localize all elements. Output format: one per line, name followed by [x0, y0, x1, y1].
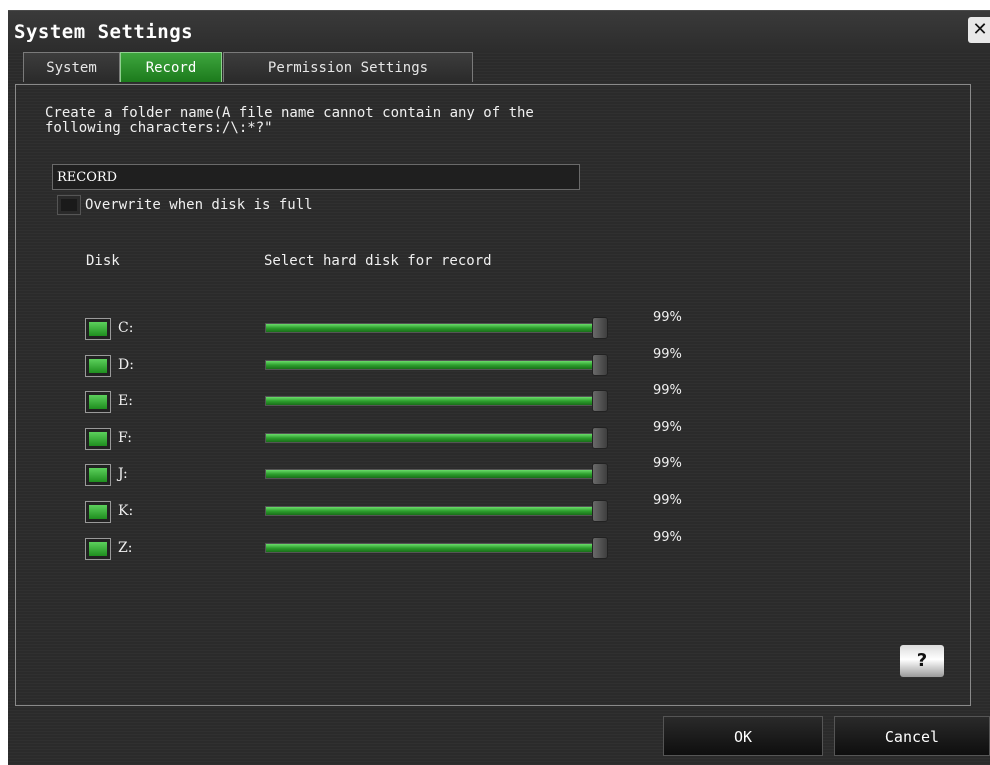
close-button[interactable]: ✕	[968, 17, 990, 43]
disk-checkbox-box	[85, 318, 111, 340]
disk-usage-slider[interactable]	[265, 354, 608, 376]
disk-checkbox-box	[85, 355, 111, 377]
disk-row: J: 99%	[82, 456, 722, 488]
cancel-button[interactable]: Cancel	[834, 716, 990, 756]
ok-button[interactable]: OK	[663, 716, 823, 756]
disk-letter: Z:	[118, 540, 133, 556]
disk-checkbox-box	[85, 538, 111, 560]
disk-usage-slider[interactable]	[265, 537, 608, 559]
checkbox-check-indicator	[89, 505, 107, 519]
overwrite-label: Overwrite when disk is full	[85, 197, 313, 213]
disk-checkbox[interactable]	[82, 499, 114, 525]
slider-handle[interactable]	[591, 427, 608, 449]
title-bar: System Settings ✕	[8, 11, 990, 53]
slider-fill	[266, 470, 603, 478]
disk-usage-slider[interactable]	[265, 427, 608, 449]
disk-usage-slider[interactable]	[265, 390, 608, 412]
disk-usage-percent: 99%	[653, 383, 682, 398]
disk-usage-percent: 99%	[653, 456, 682, 471]
disk-usage-slider[interactable]	[265, 463, 608, 485]
tab-record[interactable]: Record	[120, 52, 222, 82]
disk-checkbox[interactable]	[82, 389, 114, 415]
disk-row: E: 99%	[82, 383, 722, 415]
slider-fill	[266, 507, 603, 515]
tab-permission-settings[interactable]: Permission Settings	[223, 52, 473, 82]
disk-checkbox-box	[85, 501, 111, 523]
disk-letter: K:	[118, 503, 134, 519]
slider-fill	[266, 434, 603, 442]
slider-handle[interactable]	[591, 463, 608, 485]
disk-row: F: 99%	[82, 420, 722, 452]
disk-checkbox[interactable]	[82, 353, 114, 379]
disk-checkbox[interactable]	[82, 462, 114, 488]
disk-letter: C:	[118, 320, 134, 336]
folder-name-hint: Create a folder name(A file name cannot …	[45, 105, 534, 136]
slider-fill	[266, 361, 603, 369]
slider-handle[interactable]	[591, 354, 608, 376]
overwrite-checkbox[interactable]	[57, 195, 81, 215]
disk-checkbox-box	[85, 428, 111, 450]
disk-checkbox[interactable]	[82, 316, 114, 342]
disk-usage-percent: 99%	[653, 493, 682, 508]
disk-checkbox[interactable]	[82, 426, 114, 452]
window-title: System Settings	[14, 21, 194, 43]
disk-usage-slider[interactable]	[265, 317, 608, 339]
slider-handle[interactable]	[591, 390, 608, 412]
disk-usage-slider[interactable]	[265, 500, 608, 522]
disk-letter: E:	[118, 393, 133, 409]
disk-letter: F:	[118, 430, 132, 446]
tab-system[interactable]: System	[23, 52, 120, 82]
disk-letter: D:	[118, 357, 134, 373]
disk-checkbox[interactable]	[82, 536, 114, 562]
checkbox-check-indicator	[89, 432, 107, 446]
checkbox-check-indicator	[89, 395, 107, 409]
checkbox-check-indicator	[89, 359, 107, 373]
disk-checkbox-box	[85, 464, 111, 486]
slider-fill	[266, 324, 603, 332]
folder-name-input[interactable]	[52, 164, 580, 190]
disk-row: K: 99%	[82, 493, 722, 525]
slider-fill	[266, 544, 603, 552]
slider-fill	[266, 397, 603, 405]
checkbox-check-indicator	[89, 322, 107, 336]
disk-usage-percent: 99%	[653, 347, 682, 362]
disk-checkbox-box	[85, 391, 111, 413]
disk-row: C: 99%	[82, 310, 722, 342]
select-disk-header: Select hard disk for record	[264, 253, 492, 269]
disk-column-header: Disk	[86, 253, 120, 269]
checkbox-check-indicator	[89, 468, 107, 482]
disk-row: Z: 99%	[82, 530, 722, 562]
disk-letter: J:	[118, 466, 128, 482]
disk-usage-percent: 99%	[653, 420, 682, 435]
help-button[interactable]: ?	[900, 645, 944, 677]
disk-row: D: 99%	[82, 347, 722, 379]
disk-usage-percent: 99%	[653, 310, 682, 325]
slider-handle[interactable]	[591, 537, 608, 559]
disk-usage-percent: 99%	[653, 530, 682, 545]
checkbox-check-indicator	[89, 542, 107, 556]
slider-handle[interactable]	[591, 500, 608, 522]
slider-handle[interactable]	[591, 317, 608, 339]
overwrite-option[interactable]: Overwrite when disk is full	[57, 194, 313, 216]
